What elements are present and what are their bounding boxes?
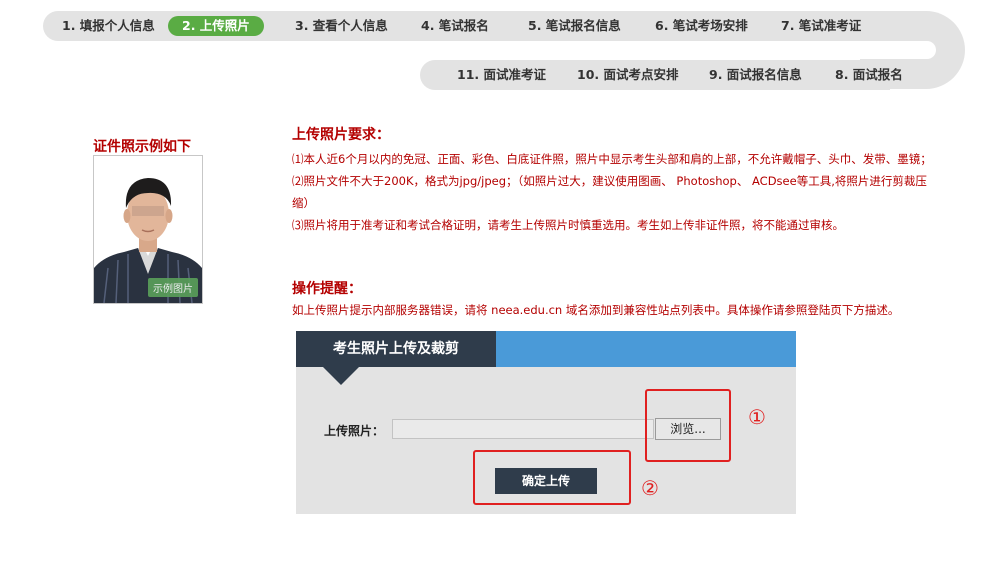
step-view-info[interactable]: 3. 查看个人信息 <box>295 16 388 36</box>
requirement-item-3: ⑶照片将用于准考证和考试合格证明，请考生上传照片时慎重选用。考生如上传非证件照，… <box>292 218 844 232</box>
step-written-register[interactable]: 4. 笔试报名 <box>421 16 489 36</box>
requirement-item-2: ⑵照片文件不大于200K，格式为jpg/jpeg；（如照片过大，建议使用图画、 … <box>292 174 927 210</box>
annotation-box-browse <box>645 389 731 462</box>
tab-pointer-arrow <box>323 367 359 385</box>
sample-photo: 示例图片 <box>93 155 203 304</box>
step-upload-photo[interactable]: 2. 上传照片 <box>168 16 264 36</box>
step-written-register-info[interactable]: 5. 笔试报名信息 <box>528 16 621 36</box>
annotation-marker-2: ② <box>641 476 659 500</box>
sample-photo-title: 证件照示例如下 <box>93 139 191 155</box>
step-interview-admission-ticket[interactable]: 11. 面试准考证 <box>457 65 546 85</box>
annotation-marker-1: ① <box>748 405 766 429</box>
upload-photo-label: 上传照片： <box>324 424 385 438</box>
step-interview-register-info[interactable]: 9. 面试报名信息 <box>709 65 802 85</box>
tips-text: 如上传照片提示内部服务器错误，请将 neea.edu.cn 域名添加到兼容性站点… <box>292 303 900 317</box>
requirements-title: 上传照片要求： <box>292 127 390 143</box>
step-interview-register[interactable]: 8. 面试报名 <box>835 65 903 85</box>
track-gap <box>420 41 936 59</box>
operation-tips: 操作提醒： 如上传照片提示内部服务器错误，请将 neea.edu.cn 域名添加… <box>292 278 952 320</box>
panel-tab-title: 考生照片上传及裁剪 <box>296 331 496 367</box>
photo-requirements: 上传照片要求： ⑴本人近6个月以内的免冠、正面、彩色、白底证件照，照片中显示考生… <box>292 124 932 236</box>
step-progress-track: 1. 填报个人信息 2. 上传照片 3. 查看个人信息 4. 笔试报名 5. 笔… <box>0 0 985 100</box>
step-written-exam-arrangement[interactable]: 6. 笔试考场安排 <box>655 16 748 36</box>
requirement-item-1: ⑴本人近6个月以内的免冠、正面、彩色、白底证件照，照片中显示考生头部和肩的上部，… <box>292 152 932 166</box>
file-path-field[interactable] <box>392 419 654 439</box>
annotation-box-confirm <box>473 450 631 505</box>
step-written-admission-ticket[interactable]: 7. 笔试准考证 <box>781 16 861 36</box>
step-fill-info[interactable]: 1. 填报个人信息 <box>62 16 155 36</box>
sample-badge: 示例图片 <box>148 278 198 297</box>
tips-title: 操作提醒： <box>292 281 362 297</box>
step-interview-site-arrangement[interactable]: 10. 面试考点安排 <box>577 65 679 85</box>
